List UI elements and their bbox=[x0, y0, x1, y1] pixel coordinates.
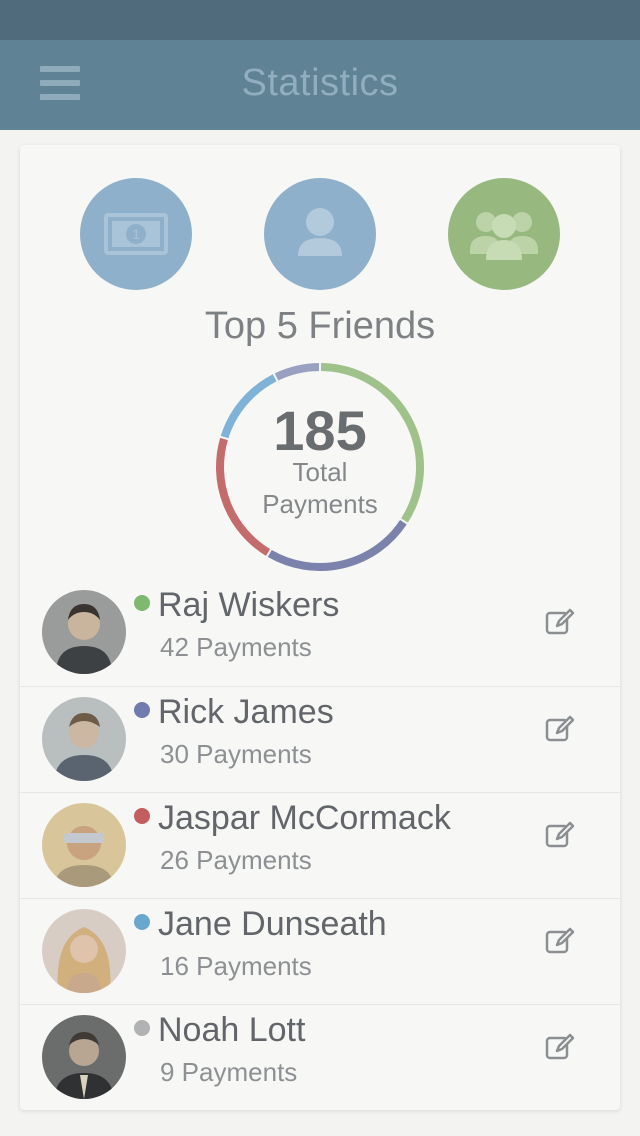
friend-row[interactable]: Jane Dunseath 16 Payments bbox=[20, 898, 620, 1004]
status-bar bbox=[0, 0, 640, 40]
friend-row[interactable]: Rick James 30 Payments bbox=[20, 686, 620, 792]
group-users-icon bbox=[448, 178, 560, 290]
edit-icon[interactable] bbox=[544, 606, 576, 638]
status-dot bbox=[134, 808, 150, 824]
avatar bbox=[42, 1015, 126, 1099]
total-label-line1: Total bbox=[292, 457, 348, 487]
friend-payments: 26 Payments bbox=[160, 845, 312, 875]
friend-payments: 9 Payments bbox=[160, 1057, 298, 1087]
friend-name: Rick James bbox=[158, 693, 334, 731]
section-title: Top 5 Friends bbox=[204, 305, 436, 347]
page-title: Statistics bbox=[241, 62, 399, 104]
friend-row[interactable]: Noah Lott 9 Payments bbox=[20, 1004, 620, 1110]
avatar bbox=[42, 803, 126, 887]
total-payments-value: 185 bbox=[273, 399, 367, 462]
donut-segment-2 bbox=[267, 519, 407, 571]
single-user-icon bbox=[264, 178, 376, 290]
donut-segment-5 bbox=[274, 363, 320, 381]
avatar bbox=[42, 590, 126, 674]
friend-name: Raj Wiskers bbox=[158, 586, 340, 624]
group-stat-button[interactable] bbox=[448, 178, 560, 290]
edit-icon[interactable] bbox=[544, 819, 576, 851]
status-dot bbox=[134, 702, 150, 718]
avatar bbox=[42, 697, 126, 781]
friend-row[interactable]: Jaspar McCormack 26 Payments bbox=[20, 792, 620, 898]
status-dot bbox=[134, 914, 150, 930]
friend-name: Jane Dunseath bbox=[158, 905, 387, 943]
edit-icon[interactable] bbox=[544, 713, 576, 745]
money-icon: 1 bbox=[80, 178, 192, 290]
friend-name: Jaspar McCormack bbox=[158, 799, 451, 837]
money-stat-button[interactable]: 1 bbox=[80, 178, 192, 290]
edit-icon[interactable] bbox=[544, 925, 576, 957]
friend-payments: 16 Payments bbox=[160, 951, 312, 981]
app-header: Statistics bbox=[0, 40, 640, 130]
total-label-line2: Payments bbox=[262, 489, 378, 519]
single-user-stat-button[interactable] bbox=[264, 178, 376, 290]
status-dot bbox=[134, 1020, 150, 1036]
edit-icon[interactable] bbox=[544, 1031, 576, 1063]
friend-row[interactable]: Raj Wiskers 42 Payments bbox=[20, 580, 620, 686]
friend-name: Noah Lott bbox=[158, 1011, 306, 1049]
total-payments-label: Total Payments bbox=[230, 456, 410, 520]
svg-text:1: 1 bbox=[132, 226, 140, 242]
avatar bbox=[42, 909, 126, 993]
friend-payments: 42 Payments bbox=[160, 632, 312, 662]
friend-payments: 30 Payments bbox=[160, 739, 312, 769]
status-dot bbox=[134, 595, 150, 611]
